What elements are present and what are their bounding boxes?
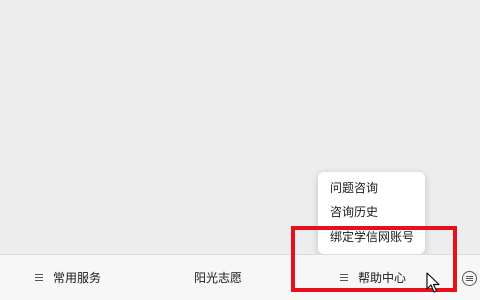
keyboard-toggle-button[interactable] [458,265,480,291]
mouse-cursor-icon [426,272,440,293]
menu-item-question-consult[interactable]: 问题咨询 [330,181,378,195]
menu-lines-icon [35,274,43,281]
menu-item-consult-history[interactable]: 咨询历史 [330,205,378,219]
bottom-menu-bar: 常用服务 阳光志愿 帮助中心 [0,254,480,300]
sunshine-volunteer-label: 阳光志愿 [194,271,243,285]
sunshine-volunteer-button[interactable]: 阳光志愿 [194,255,242,300]
help-center-button[interactable]: 帮助中心 [340,255,406,300]
keyboard-toggle-icon [461,270,477,286]
menu-lines-icon [340,274,348,281]
common-services-label: 常用服务 [53,271,102,285]
common-services-button[interactable]: 常用服务 [35,255,101,300]
divider [456,263,457,293]
help-center-label: 帮助中心 [358,271,407,285]
help-center-popup-menu: 问题咨询 咨询历史 绑定学信网账号 [318,172,425,254]
menu-item-bind-chsi-account[interactable]: 绑定学信网账号 [330,230,414,244]
screen: 问题咨询 咨询历史 绑定学信网账号 常用服务 阳光志愿 帮助中心 [0,0,480,300]
